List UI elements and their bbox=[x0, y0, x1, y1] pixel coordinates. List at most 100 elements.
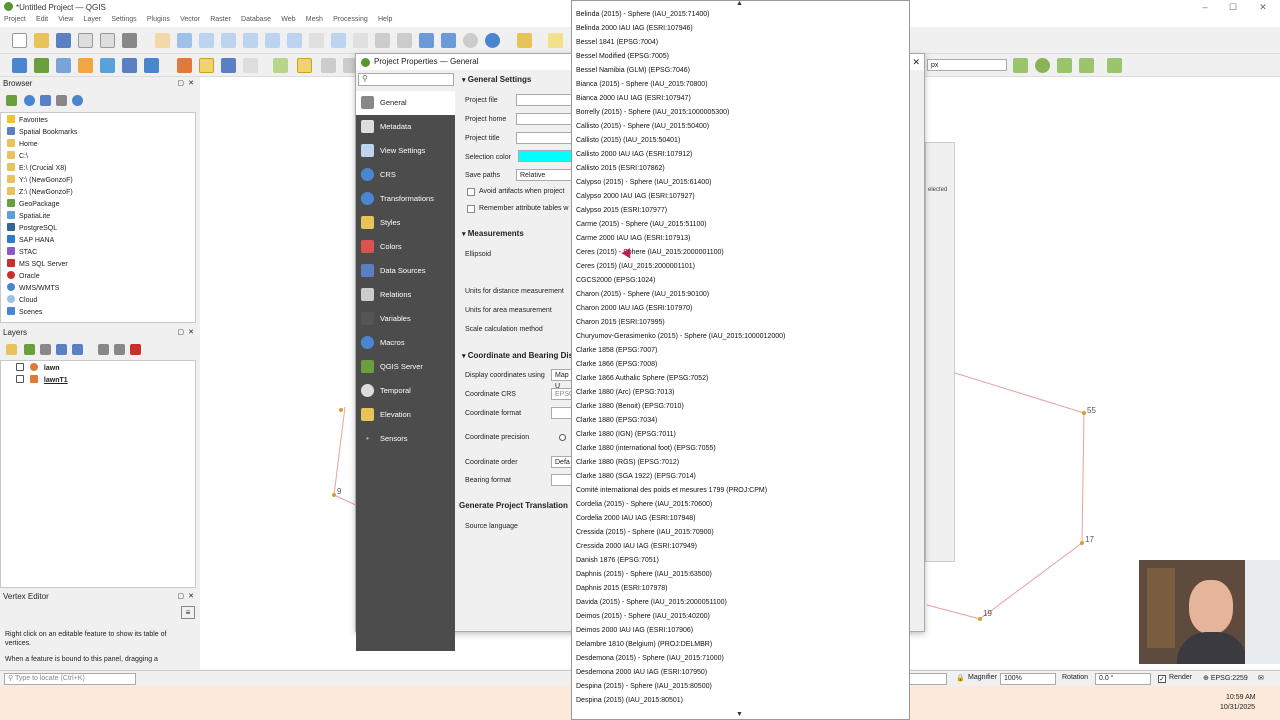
new-scratch-layer-icon[interactable] bbox=[78, 58, 93, 73]
vertex-marker[interactable] bbox=[339, 408, 343, 412]
crs-status-button[interactable]: ⊕ EPSG:2259 bbox=[1203, 674, 1248, 682]
render-checkbox[interactable]: ✓ bbox=[1158, 675, 1166, 683]
lock-icon[interactable]: 🔒 bbox=[956, 674, 965, 682]
browser-item-scenes[interactable]: Scenes bbox=[7, 307, 42, 318]
select-features-icon[interactable] bbox=[548, 33, 563, 48]
ellipsoid-option[interactable]: Borrelly (2015) - Sphere (IAU_2015:10000… bbox=[576, 106, 729, 120]
new-print-layout-icon[interactable] bbox=[78, 33, 93, 48]
layer-item-lawn[interactable]: lawn bbox=[16, 363, 59, 374]
section-sensors[interactable]: • Sensors bbox=[356, 427, 455, 451]
ellipsoid-option[interactable]: Daphnis 2015 (ESRI:107978) bbox=[576, 582, 667, 596]
avoid-artifacts-checkbox[interactable] bbox=[467, 188, 475, 196]
browser-item-favorites[interactable]: Favorites bbox=[7, 115, 48, 126]
ellipsoid-option[interactable]: Calypso 2015 (ESRI:107977) bbox=[576, 204, 667, 218]
ellipsoid-option[interactable]: Carme (2015) - Sphere (IAU_2015:51100) bbox=[576, 218, 707, 232]
topology-editing-icon[interactable] bbox=[1035, 58, 1050, 73]
filter-browser-icon[interactable] bbox=[40, 95, 51, 106]
properties-widget-icon[interactable] bbox=[72, 95, 83, 106]
section-transformations[interactable]: Transformations bbox=[356, 187, 455, 211]
menu-database[interactable]: Database bbox=[237, 14, 275, 25]
browser-item-z-drive[interactable]: Z:\ (NewGonzoF) bbox=[7, 187, 73, 198]
vertex-tool-icon[interactable] bbox=[297, 58, 312, 73]
collapse-arrow-icon[interactable]: ▾ bbox=[462, 77, 466, 84]
project-title-field[interactable] bbox=[516, 132, 576, 144]
close-panel-icon[interactable]: ✕ bbox=[188, 592, 194, 600]
menu-settings[interactable]: Settings bbox=[107, 14, 140, 25]
add-group-icon[interactable] bbox=[24, 344, 35, 355]
browser-refresh-icon[interactable] bbox=[24, 95, 35, 106]
ellipsoid-option[interactable]: Clarke 1866 Authalic Sphere (EPSG:7052) bbox=[576, 372, 708, 386]
zoom-full-icon[interactable] bbox=[243, 33, 258, 48]
close-panel-icon[interactable]: ✕ bbox=[188, 328, 194, 336]
ellipsoid-option[interactable]: Cordelia (2015) - Sphere (IAU_2015:70600… bbox=[576, 498, 712, 512]
ellipsoid-option[interactable]: Callisto 2000 IAU IAG (ESRI:107912) bbox=[576, 148, 692, 162]
float-panel-icon[interactable]: ▢ bbox=[177, 328, 184, 336]
new-mesh-layer-icon[interactable] bbox=[144, 58, 159, 73]
pan-map-icon[interactable] bbox=[155, 33, 170, 48]
ellipsoid-option[interactable]: Bessel Modified (EPSG:7005) bbox=[576, 50, 669, 64]
selection-color-swatch[interactable] bbox=[518, 150, 574, 162]
close-window-button[interactable]: ✕ bbox=[1248, 0, 1278, 14]
checkbox-checked-icon[interactable] bbox=[16, 363, 24, 371]
section-styles[interactable]: Styles bbox=[356, 211, 455, 235]
checkbox-checked-icon[interactable] bbox=[16, 375, 24, 383]
temporal-controller-icon[interactable] bbox=[463, 33, 478, 48]
new-virtual-layer-icon[interactable] bbox=[122, 58, 137, 73]
section-temporal[interactable]: Temporal bbox=[356, 379, 455, 403]
menu-mesh[interactable]: Mesh bbox=[302, 14, 327, 25]
menu-web[interactable]: Web bbox=[277, 14, 299, 25]
zoom-out-icon[interactable] bbox=[221, 33, 236, 48]
new-3d-view-icon[interactable] bbox=[397, 33, 412, 48]
section-general[interactable]: General bbox=[356, 91, 455, 115]
digitize-icon[interactable] bbox=[243, 58, 258, 73]
section-view-settings[interactable]: View Settings bbox=[356, 139, 455, 163]
project-home-field[interactable] bbox=[516, 113, 576, 125]
menu-view[interactable]: View bbox=[54, 14, 77, 25]
filter-legend-icon[interactable] bbox=[56, 344, 67, 355]
add-layers-icon[interactable] bbox=[6, 95, 17, 106]
ellipsoid-dropdown-list[interactable]: ▲ Belinda (2015) - Sphere (IAU_2015:7140… bbox=[571, 0, 910, 720]
ellipsoid-option[interactable]: Calypso (2015) - Sphere (IAU_2015:61400) bbox=[576, 176, 711, 190]
zoom-native-icon[interactable] bbox=[309, 33, 324, 48]
maximize-button[interactable]: ☐ bbox=[1218, 0, 1248, 14]
new-geopackage-icon[interactable] bbox=[34, 58, 49, 73]
ellipsoid-option[interactable]: Clarke 1880 (Benoit) (EPSG:7010) bbox=[576, 400, 684, 414]
zoom-last-icon[interactable] bbox=[331, 33, 346, 48]
new-shapefile-icon[interactable] bbox=[56, 58, 71, 73]
menu-layer[interactable]: Layer bbox=[80, 14, 106, 25]
ellipsoid-option[interactable]: Bessel Namibia (GLM) (EPSG:7046) bbox=[576, 64, 690, 78]
browser-item-e-drive[interactable]: E:\ (Crucial X8) bbox=[7, 163, 66, 174]
rotation-spinbox[interactable]: 0.0 ° bbox=[1095, 673, 1151, 685]
browser-item-geopackage[interactable]: GeoPackage bbox=[7, 199, 59, 210]
browser-item-spatial-bookmarks[interactable]: Spatial Bookmarks bbox=[7, 127, 77, 138]
menu-help[interactable]: Help bbox=[374, 14, 396, 25]
toggle-editing-icon[interactable] bbox=[199, 58, 214, 73]
ellipsoid-option[interactable]: Desdemona 2000 IAU IAG (ESRI:107950) bbox=[576, 666, 707, 680]
layer-styling-icon[interactable] bbox=[6, 344, 17, 355]
ellipsoid-option[interactable]: Clarke 1880 (SGA 1922) (EPSG:7014) bbox=[576, 470, 696, 484]
browser-item-wms[interactable]: WMS/WMTS bbox=[7, 283, 59, 294]
minimize-button[interactable]: – bbox=[1190, 0, 1220, 14]
open-project-icon[interactable] bbox=[34, 33, 49, 48]
menu-vector[interactable]: Vector bbox=[176, 14, 204, 25]
ellipsoid-option[interactable]: Deimos 2000 IAU IAG (ESRI:107906) bbox=[576, 624, 693, 638]
visibility-icon[interactable] bbox=[40, 344, 51, 355]
ellipsoid-option[interactable]: Ceres (2015) - Sphere (IAU_2015:20000011… bbox=[576, 246, 724, 260]
browser-item-c-drive[interactable]: C:\ bbox=[7, 151, 28, 162]
section-relations[interactable]: Relations bbox=[356, 283, 455, 307]
options-menu-icon[interactable]: ≡ bbox=[181, 606, 195, 619]
style-manager-icon[interactable] bbox=[122, 33, 137, 48]
float-panel-icon[interactable]: ▢ bbox=[177, 79, 184, 87]
collapse-arrow-icon[interactable]: ▾ bbox=[462, 231, 466, 238]
precision-radio[interactable] bbox=[559, 434, 566, 441]
menu-edit[interactable]: Edit bbox=[32, 14, 52, 25]
ellipsoid-option[interactable]: Bessel 1841 (EPSG:7004) bbox=[576, 36, 658, 50]
ellipsoid-option[interactable]: Churyumov-Gerasimenko (2015) - Sphere (I… bbox=[576, 330, 785, 344]
identify-features-icon[interactable] bbox=[517, 33, 532, 48]
add-feature-icon[interactable] bbox=[273, 58, 288, 73]
section-data-sources[interactable]: Data Sources bbox=[356, 259, 455, 283]
collapse-all-icon[interactable] bbox=[56, 95, 67, 106]
ellipsoid-option[interactable]: Carme 2000 IAU IAG (ESRI:107913) bbox=[576, 232, 690, 246]
ellipsoid-option[interactable]: Deimos (2015) - Sphere (IAU_2015:40200) bbox=[576, 610, 710, 624]
close-panel-icon[interactable]: ✕ bbox=[188, 79, 194, 87]
